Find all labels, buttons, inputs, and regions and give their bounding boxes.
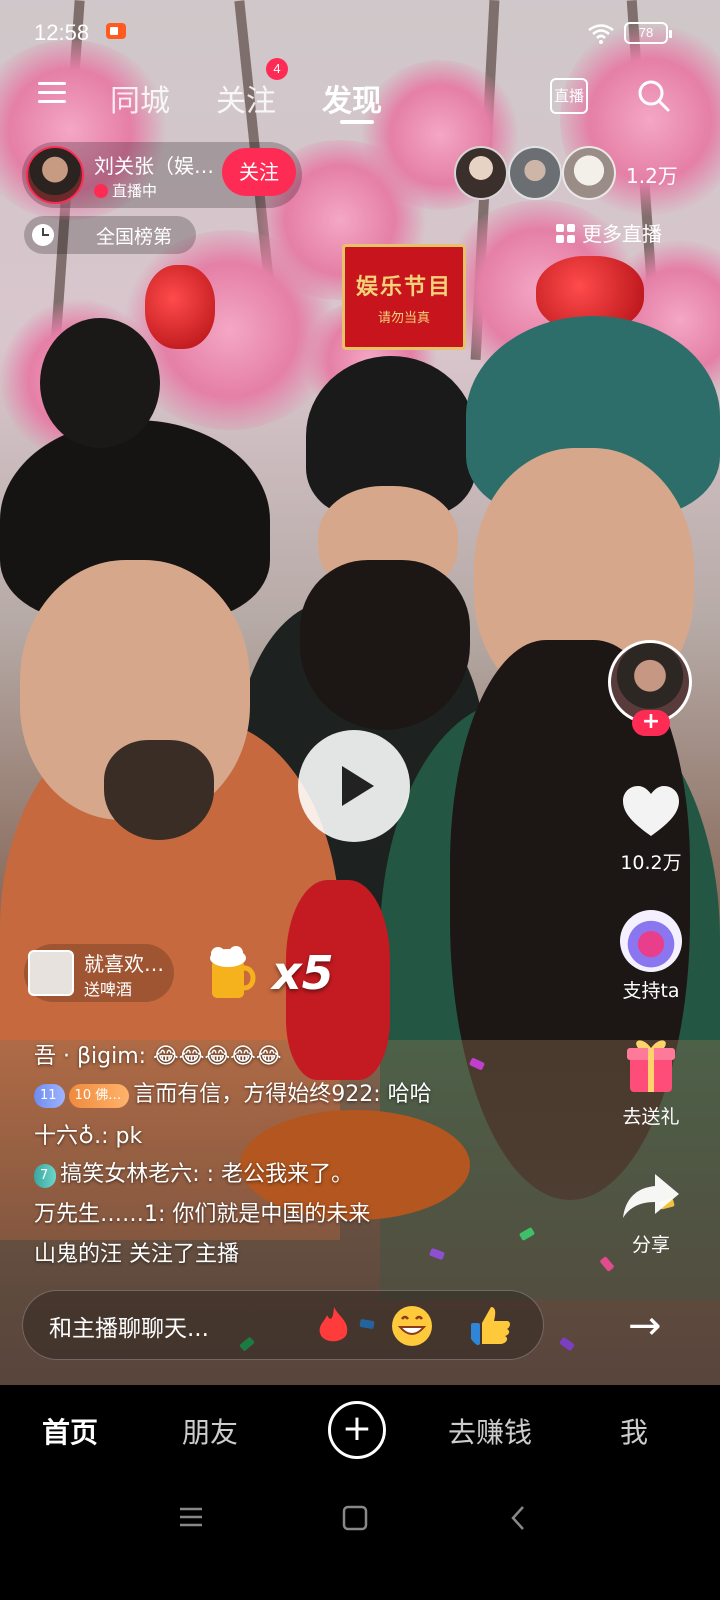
tab-nearby[interactable]: 同城 — [110, 76, 170, 120]
thumbs-up-icon[interactable] — [467, 1303, 513, 1349]
nav-friends[interactable]: 朋友 — [182, 1411, 238, 1451]
nav-home[interactable]: 首页 — [42, 1411, 98, 1451]
share-label: 分享 — [631, 1234, 670, 1256]
video-sign: 娱乐节目 请勿当真 — [342, 244, 466, 350]
gift-icon — [627, 1040, 675, 1092]
live-dot-icon — [94, 184, 108, 198]
chat-message: 万先生……1: 你们就是中国的未来 — [34, 1196, 370, 1228]
nav-me[interactable]: 我 — [620, 1411, 648, 1451]
create-button[interactable]: + — [328, 1401, 386, 1459]
send-gift-label: 去送礼 — [622, 1106, 680, 1128]
play-icon[interactable] — [298, 730, 410, 842]
following-badge: 4 — [266, 58, 288, 80]
beer-icon — [210, 946, 256, 998]
back-icon[interactable] — [508, 1505, 528, 1531]
system-nav-bar — [0, 1475, 720, 1600]
video-sign-subtitle: 请勿当真 — [377, 310, 430, 326]
viewer-avatar[interactable] — [562, 146, 616, 200]
gift-sender-avatar — [28, 950, 74, 996]
chat-message-text: 十六♁.: pk — [34, 1124, 143, 1149]
chat-message-text: 山鬼的汪 关注了主播 — [34, 1242, 239, 1267]
fan-badge: 10 佛… — [68, 1084, 130, 1108]
search-icon[interactable] — [636, 78, 672, 114]
chat-message-text: 言而有信，方得始终922: 哈哈 — [133, 1082, 432, 1107]
comment-bar[interactable]: 和主播聊聊天... — [22, 1290, 544, 1360]
screen-record-icon — [106, 23, 126, 39]
support-button[interactable]: 支持ta — [596, 910, 706, 1003]
chat-message-text: 吾 · βigim: 😂😂😂😂😂 — [34, 1044, 282, 1069]
status-bar: 12:58 78 — [0, 0, 720, 64]
share-button[interactable]: 分享 — [596, 1170, 706, 1257]
send-gift-button[interactable]: 去送礼 — [596, 1034, 706, 1129]
live-status: 直播中 — [94, 180, 157, 201]
tab-following[interactable]: 关注 — [216, 76, 276, 120]
support-label: 支持ta — [622, 980, 680, 1002]
share-icon — [623, 1174, 679, 1218]
active-tab-indicator — [340, 120, 374, 124]
chat-message: 十六♁.: pk — [34, 1118, 142, 1150]
more-live-button[interactable]: 更多直播 — [556, 218, 662, 247]
gift-multiplier: x5 — [272, 946, 334, 1000]
arrow-right-icon[interactable]: → — [628, 1306, 662, 1346]
chat-message: 7 搞笑女林老六: : 老公我来了。 — [34, 1156, 353, 1188]
chat-message-text: 万先生……1: 你们就是中国的未来 — [34, 1202, 371, 1227]
streamer-avatar[interactable] — [26, 146, 84, 204]
more-live-label: 更多直播 — [582, 222, 662, 246]
chat-message: 山鬼的汪 关注了主播 — [34, 1236, 239, 1268]
chat-message: 吾 · βigim: 😂😂😂😂😂 — [34, 1038, 282, 1070]
gift-name: 送啤酒 — [84, 980, 133, 999]
video-sign-title: 娱乐节目 — [355, 274, 452, 300]
grin-emoji-icon[interactable] — [389, 1303, 435, 1349]
clock-icon — [32, 224, 54, 246]
live-status-text: 直播中 — [112, 182, 158, 200]
tab-discover[interactable]: 发现 — [322, 76, 382, 120]
top-nav: 同城 关注 4 发现 直播 — [0, 58, 720, 128]
gift-banner: 就喜欢… 送啤酒 — [24, 944, 174, 1002]
home-icon[interactable] — [342, 1505, 368, 1531]
bottom-nav: 首页 朋友 + 去赚钱 我 — [0, 1385, 720, 1475]
grid-icon — [556, 224, 576, 244]
viewer-avatar[interactable] — [454, 146, 508, 200]
level-badge: 7 — [34, 1164, 57, 1188]
menu-icon[interactable] — [38, 80, 66, 106]
chat-message-text: 搞笑女林老六: : 老公我来了。 — [60, 1162, 354, 1187]
gift-sender-name: 就喜欢… — [84, 952, 164, 976]
viewer-count[interactable]: 1.2万 — [626, 160, 678, 189]
fire-icon[interactable] — [311, 1303, 357, 1349]
chat-message: 11 10 佛… 言而有信，方得始终922: 哈哈 — [34, 1076, 432, 1108]
heart-icon — [623, 786, 679, 836]
like-button[interactable]: 10.2万 — [596, 784, 706, 875]
level-badge: 11 — [34, 1084, 65, 1108]
comment-input[interactable]: 和主播聊聊天... — [49, 1309, 209, 1343]
viewer-avatar[interactable] — [508, 146, 562, 200]
rank-pill[interactable]: 全国榜第 — [24, 216, 196, 254]
nav-earn[interactable]: 去赚钱 — [448, 1411, 532, 1451]
support-icon — [620, 910, 682, 972]
status-time: 12:58 — [34, 20, 90, 45]
wifi-icon — [588, 24, 614, 44]
battery-icon: 78 — [624, 22, 672, 44]
rank-label: 全国榜第 — [96, 226, 173, 248]
follow-button[interactable]: 关注 — [222, 148, 296, 196]
rail-follow-plus-icon[interactable]: + — [632, 710, 670, 736]
streamer-name: 刘关张（娱… — [94, 154, 214, 178]
recent-apps-icon[interactable] — [178, 1505, 204, 1529]
like-count: 10.2万 — [620, 852, 682, 874]
live-button[interactable]: 直播 — [550, 78, 588, 114]
